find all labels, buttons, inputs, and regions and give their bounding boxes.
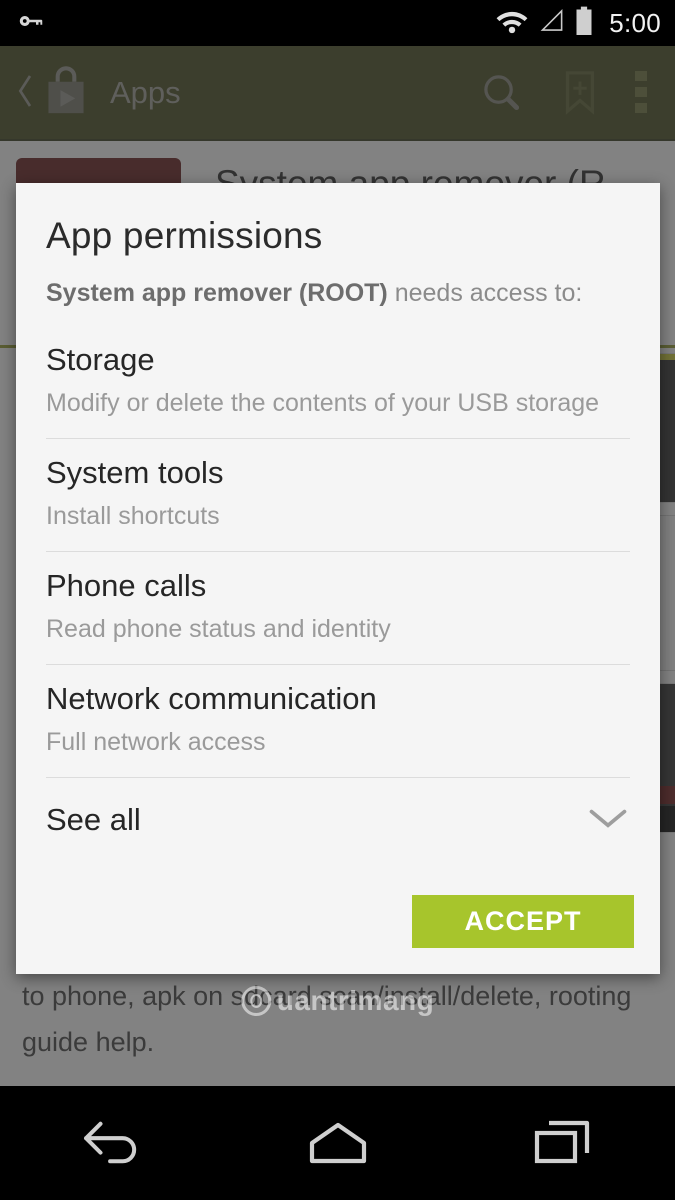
nav-recents-icon[interactable] xyxy=(488,1086,638,1200)
status-bar-left xyxy=(16,6,495,41)
permission-name: Phone calls xyxy=(46,568,207,603)
permission-row[interactable]: Storage Modify or delete the contents of… xyxy=(46,330,630,439)
permission-name: Network communication xyxy=(46,681,377,716)
navigation-bar xyxy=(0,1086,675,1200)
site-watermark: uantrimang xyxy=(240,985,435,1017)
permission-description: Install shortcuts xyxy=(46,502,220,530)
battery-icon xyxy=(574,6,594,41)
vpn-key-icon xyxy=(16,6,46,41)
permission-description: Full network access xyxy=(46,728,266,756)
permission-list: Storage Modify or delete the contents of… xyxy=(16,308,660,778)
watermark-logo-icon xyxy=(240,986,271,1016)
accept-button[interactable]: ACCEPT xyxy=(412,895,634,948)
wifi-icon xyxy=(495,7,529,40)
app-permissions-dialog: App permissions System app remover (ROOT… xyxy=(16,183,660,974)
watermark-text: uantrimang xyxy=(276,985,435,1016)
dialog-subtitle-rest: needs access to: xyxy=(387,279,583,307)
see-all-row[interactable]: See all xyxy=(16,778,660,838)
chevron-down-icon[interactable] xyxy=(586,804,630,837)
permission-description: Modify or delete the contents of your US… xyxy=(46,389,600,417)
dialog-subtitle-app-name: System app remover (ROOT) xyxy=(46,279,388,307)
nav-back-icon[interactable] xyxy=(38,1086,188,1200)
dialog-action-bar: ACCEPT xyxy=(16,895,660,974)
phone-screen: 5:00 Apps xyxy=(0,0,675,1200)
status-bar-clock: 5:00 xyxy=(609,8,661,38)
see-all-label: See all xyxy=(46,802,141,837)
permission-name: Storage xyxy=(46,342,155,377)
permission-row[interactable]: System tools Install shortcuts xyxy=(46,439,630,552)
dialog-subtitle: System app remover (ROOT) needs access t… xyxy=(16,257,660,308)
status-bar: 5:00 xyxy=(0,0,675,46)
status-bar-right: 5:00 xyxy=(495,6,661,41)
permission-name: System tools xyxy=(46,455,224,490)
dialog-title: App permissions xyxy=(46,215,323,256)
permission-row[interactable]: Phone calls Read phone status and identi… xyxy=(46,552,630,665)
cellular-signal-icon xyxy=(538,7,565,39)
permission-description: Read phone status and identity xyxy=(46,615,391,643)
permission-row[interactable]: Network communication Full network acces… xyxy=(46,665,630,778)
nav-home-icon[interactable] xyxy=(263,1086,413,1200)
